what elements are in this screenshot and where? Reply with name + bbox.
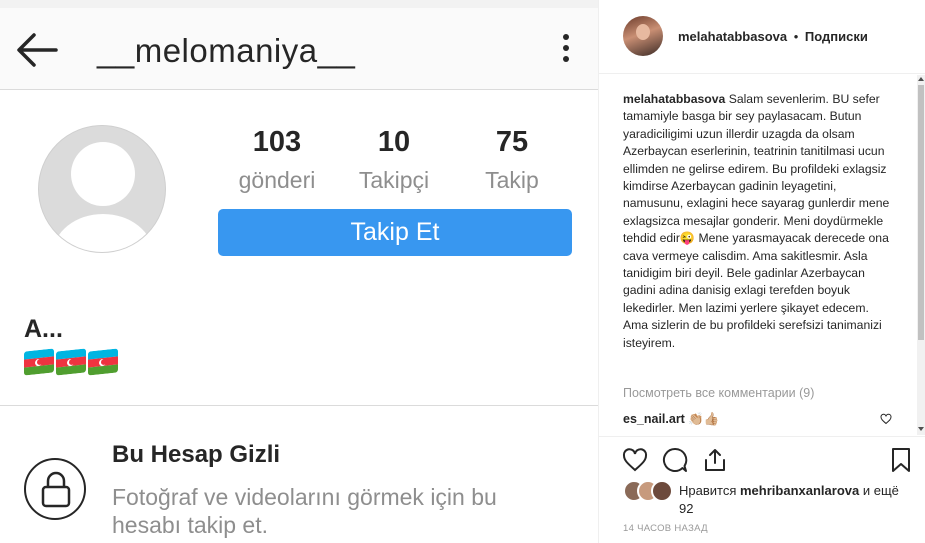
post-image-profile-screenshot: __melomaniya__ 103 gönderi 10 Takipçi 75… <box>0 0 598 543</box>
lock-circle <box>24 458 86 520</box>
post-header: melahatabbasova • Подписки <box>599 0 925 74</box>
post-side-panel: melahatabbasova • Подписки melahatabbaso… <box>598 0 925 543</box>
comments-scrollbar[interactable] <box>917 75 925 435</box>
scrollbar-thumb[interactable] <box>918 85 924 340</box>
view-all-comments-link[interactable]: Посмотреть все комментарии (9) <box>623 386 814 400</box>
comment-username-link[interactable]: es_nail.art <box>623 412 685 426</box>
divider <box>0 405 598 406</box>
profile-top-bar: __melomaniya__ <box>0 8 598 90</box>
share-icon[interactable] <box>702 447 728 473</box>
comment-text: 👏🏼👍🏼 <box>688 412 720 426</box>
subscriptions-button[interactable]: Подписки <box>805 29 868 44</box>
profile-username: __melomaniya__ <box>97 32 356 69</box>
stat-followers: 10 Takipçi <box>334 126 454 194</box>
stat-following: 75 Takip <box>452 126 572 194</box>
stat-following-value: 75 <box>495 126 529 158</box>
author-username-link[interactable]: melahatabbasova <box>678 29 787 44</box>
status-bar <box>0 0 598 8</box>
azerbaijan-flag-icon <box>24 348 54 376</box>
stat-posts: 103 gönderi <box>217 126 337 194</box>
azerbaijan-flag-icon <box>56 348 86 376</box>
profile-full-name: A... <box>24 315 63 343</box>
scroll-up-arrow-icon[interactable] <box>917 75 925 83</box>
follow-button: Takip Et <box>218 209 572 256</box>
likes-summary: Нравится mehribanxanlarova и ещё 92 <box>679 482 904 518</box>
bio-flags <box>24 348 118 376</box>
comment-like-heart-icon[interactable] <box>880 413 892 425</box>
likers-avatars <box>623 480 673 502</box>
save-bookmark-icon[interactable] <box>888 447 914 473</box>
actions-divider <box>599 436 925 437</box>
caption-username-link[interactable]: melahatabbasova <box>623 92 725 106</box>
stat-posts-value: 103 <box>252 126 302 158</box>
stat-following-label: Takip <box>485 167 539 193</box>
scroll-down-arrow-icon[interactable] <box>917 425 925 433</box>
back-arrow-icon <box>17 33 58 67</box>
stat-followers-value: 10 <box>377 126 411 158</box>
separator-dot: • <box>793 29 799 44</box>
stat-followers-label: Takipçi <box>358 167 430 193</box>
comments-area[interactable]: melahatabbasova Salam sevenlerim. BU sef… <box>599 75 925 435</box>
post-author-line: melahatabbasova • Подписки <box>678 29 868 44</box>
author-avatar[interactable] <box>623 16 663 56</box>
liker-username-link[interactable]: mehribanxanlarova <box>740 483 859 498</box>
profile-avatar-placeholder <box>38 125 166 253</box>
stat-posts-label: gönderi <box>238 167 316 193</box>
lock-icon <box>41 471 71 508</box>
caption-text: Salam sevenlerim. BU sefer tamamiyle bas… <box>623 92 890 350</box>
liker-avatar <box>651 480 673 502</box>
comment-bubble-icon[interactable] <box>662 447 688 473</box>
post-timestamp: 14 ЧАСОВ НАЗАД <box>623 523 708 534</box>
likes-prefix: Нравится <box>679 483 737 498</box>
screen: __melomaniya__ 103 gönderi 10 Takipçi 75… <box>0 0 925 543</box>
azerbaijan-flag-icon <box>88 348 118 376</box>
comment-item: es_nail.art 👏🏼👍🏼 <box>623 412 719 427</box>
more-options-icon <box>556 34 576 70</box>
private-account-text: Fotoğraf ve videolarını görmek için bu h… <box>112 484 497 538</box>
caption: melahatabbasova Salam sevenlerim. BU sef… <box>623 91 895 352</box>
like-heart-icon[interactable] <box>622 447 648 473</box>
private-account-title: Bu Hesap Gizli <box>112 441 281 468</box>
